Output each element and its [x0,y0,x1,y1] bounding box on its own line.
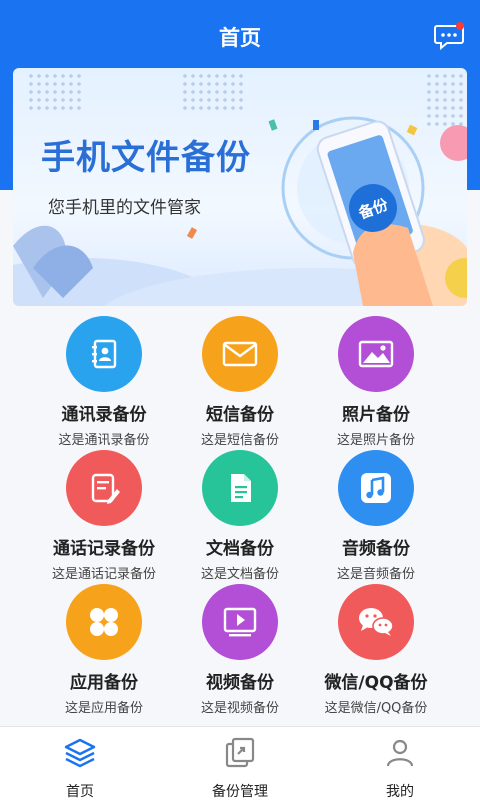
banner-art [13,116,467,306]
feature-label: 照片备份 [342,405,410,425]
unread-dot [456,22,464,30]
feature-label: 微信/QQ备份 [324,673,428,693]
wechat-qq-backup[interactable]: 微信/QQ备份 这是微信/QQ备份 [296,584,456,716]
music-icon [338,450,414,526]
feature-desc: 这是微信/QQ备份 [324,701,428,716]
feature-label: 音频备份 [342,539,410,559]
video-icon [202,584,278,660]
wechat-icon [338,584,414,660]
banner-subtitle: 您手机里的文件管家 [48,198,201,218]
bottom-tab-bar: 首页 备份管理 我的 [0,726,480,800]
tab-backup-manage-label: 备份管理 [212,784,268,800]
tab-mine[interactable]: 我的 [320,727,480,800]
feature-desc: 这是音频备份 [336,567,415,582]
feature-desc: 这是照片备份 [336,433,415,448]
tab-backup-manage[interactable]: 备份管理 [160,727,320,800]
photo-backup[interactable]: 照片备份 这是照片备份 [296,316,456,448]
tab-home[interactable]: 首页 [0,727,160,800]
user-icon [386,739,414,767]
tab-home-label: 首页 [66,784,94,800]
envelope-icon [202,316,278,392]
banner[interactable]: 手机文件备份 您手机里的文件管家 备份 [13,68,467,306]
banner-title: 手机文件备份 [41,138,251,178]
call-log-icon [66,450,142,526]
contacts-icon [66,316,142,392]
audio-backup[interactable]: 音频备份 这是音频备份 [296,450,456,582]
tab-mine-label: 我的 [386,784,414,800]
backup-manage-icon [225,737,255,768]
message-button[interactable] [434,22,464,51]
document-icon [202,450,278,526]
page-title: 首页 [219,26,261,50]
layers-icon [64,738,96,768]
image-icon [338,316,414,392]
apps-icon [66,584,142,660]
